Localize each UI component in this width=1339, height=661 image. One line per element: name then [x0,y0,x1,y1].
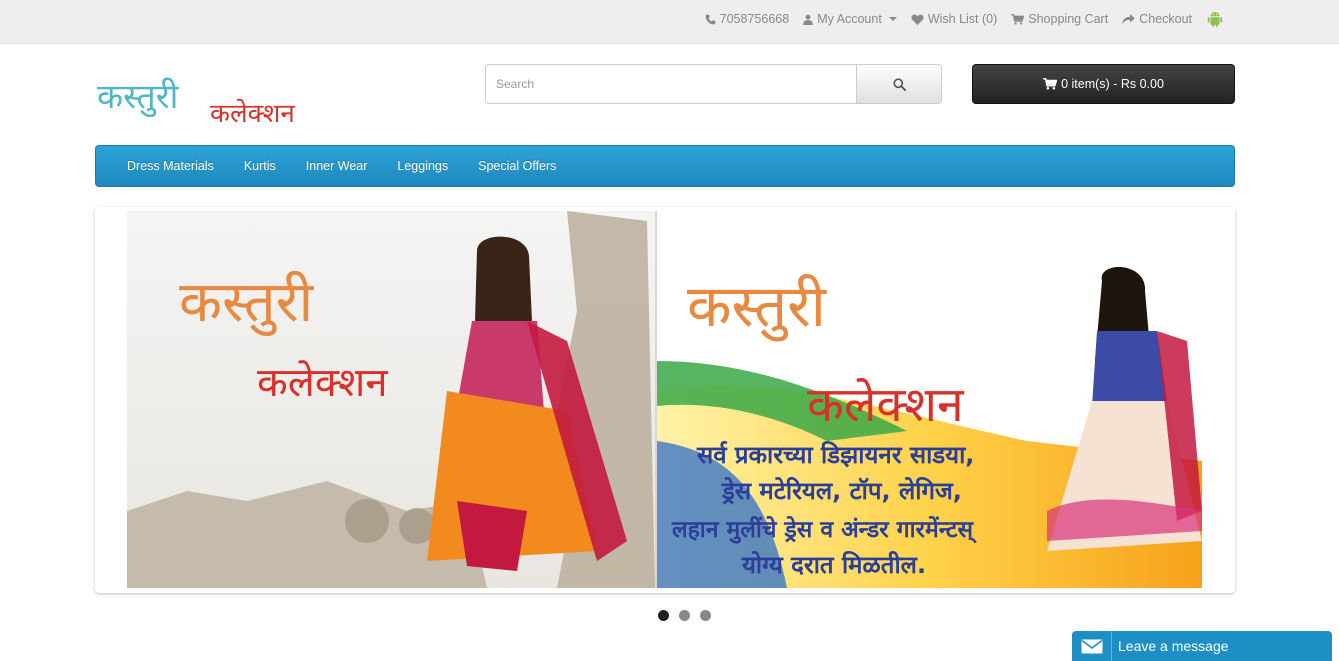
menu-item-inner-wear[interactable]: Inner Wear [291,159,383,173]
search-button[interactable] [857,64,942,104]
chevron-down-icon [888,17,897,21]
banner-text-line2: ड्रेस मटेरियल, टॉप, लेगिज, [721,477,962,505]
share-icon [1122,13,1135,24]
leave-message-widget[interactable]: Leave a message [1072,631,1332,661]
checkout-label: Checkout [1139,12,1192,26]
cart-button[interactable]: 0 item(s) - Rs 0.00 [972,64,1235,104]
leave-message-label: Leave a message [1118,638,1229,654]
wish-list-link[interactable]: Wish List (0) [911,12,997,26]
logo-text-line2: कलेक्शन [210,98,295,129]
menu-item-special-offers[interactable]: Special Offers [463,159,571,173]
banner-right-title: कस्तुरी [687,272,827,342]
cart-summary: 0 item(s) - Rs 0.00 [1061,77,1164,91]
phone-link[interactable]: 7058756668 [705,12,790,26]
search-icon [892,77,906,91]
top-bar: 7058756668 My Account Wish List (0) Shop… [0,0,1339,44]
banner-left-subtitle: कलेक्शन [257,360,388,406]
logo-text-line1: कस्तुरी [97,77,180,118]
slide-dot-3[interactable] [700,610,711,621]
android-app-link[interactable] [1206,10,1224,28]
my-account-label: My Account [817,12,882,26]
store-logo[interactable]: कस्तुरी कलेक्शन [95,64,330,132]
banner-text-line1: सर्व प्रकारच्या डिझायनर साडया, [696,441,974,469]
phone-icon [705,14,715,24]
search-bar [485,64,942,104]
banner-text-line4: योग्य दरात मिळतील. [741,551,926,579]
menu-item-dress-materials[interactable]: Dress Materials [112,159,229,173]
banner-image[interactable]: कस्तुरी कलेक्शन कस्तुरी कलेक्शन सर्व प्र… [127,211,1202,588]
banner-text-line3: लहान मुलींचे ड्रेस व अंन्डर गारमेंन्टस् [671,515,977,544]
slide-dot-1[interactable] [658,610,669,621]
my-account-link[interactable]: My Account [803,12,897,26]
envelope-icon [1072,631,1112,661]
banner-divider [655,211,657,588]
phone-number: 7058756668 [719,12,790,26]
cart-icon [1043,78,1058,90]
heart-icon [911,14,924,25]
user-icon [803,14,813,25]
shopping-cart-label: Shopping Cart [1028,12,1109,26]
top-links: 7058756668 My Account Wish List (0) Shop… [705,0,1224,38]
stone-wheel [399,508,435,544]
stone-wheel [345,499,389,543]
slideshow-pagination [0,610,1339,621]
search-input[interactable] [485,64,857,104]
slide-dot-2[interactable] [679,610,690,621]
cart-icon [1011,13,1025,25]
checkout-link[interactable]: Checkout [1122,12,1192,26]
menu-item-kurtis[interactable]: Kurtis [229,159,291,173]
banner-slideshow[interactable]: कस्तुरी कलेक्शन कस्तुरी कलेक्शन सर्व प्र… [95,207,1235,593]
wish-list-label: Wish List (0) [927,12,998,26]
main-menu: Dress Materials Kurtis Inner Wear Leggin… [95,145,1235,187]
shopping-cart-link[interactable]: Shopping Cart [1011,12,1108,26]
banner-left-title: कस्तुरी [179,270,315,337]
android-icon [1207,12,1223,28]
banner-right-subtitle: कलेक्शन [807,377,965,433]
menu-item-leggings[interactable]: Leggings [382,159,463,173]
